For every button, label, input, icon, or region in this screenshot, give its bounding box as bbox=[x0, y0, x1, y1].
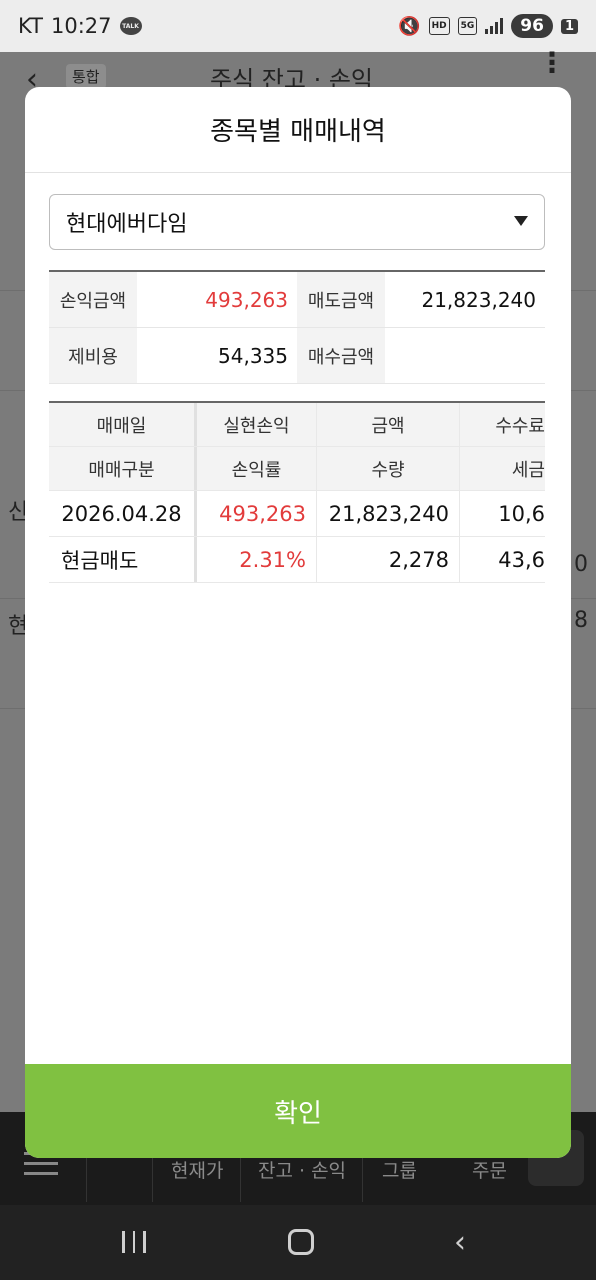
home-icon[interactable] bbox=[288, 1229, 314, 1255]
table-row[interactable]: 현금매도 2.31% 2,278 43,6 bbox=[49, 537, 545, 583]
system-nav-bar: ‹ bbox=[0, 1205, 596, 1280]
summary-value bbox=[385, 328, 545, 383]
talk-badge-text: TALK bbox=[122, 22, 139, 30]
network-5g-icon: 5G bbox=[457, 17, 478, 35]
trade-detail-table[interactable]: 매매일 실현손익 금액 수수료 매매구분 손익률 수량 세금 2026.04.2… bbox=[49, 401, 545, 583]
tab-balance-pl[interactable]: 잔고 · 손익 bbox=[258, 1156, 346, 1183]
summary-label: 손익금액 bbox=[49, 272, 137, 327]
modal-title: 종목별 매매내역 bbox=[25, 87, 571, 173]
summary-label: 매수금액 bbox=[297, 328, 385, 383]
column-header: 매매일 bbox=[49, 403, 197, 446]
trade-type: 현금매도 bbox=[49, 537, 197, 582]
column-header: 손익률 bbox=[197, 447, 317, 490]
table-header-row: 매매구분 손익률 수량 세금 bbox=[49, 447, 545, 491]
column-header: 세금 bbox=[460, 447, 545, 490]
nav-back-icon[interactable]: ‹ bbox=[454, 1225, 466, 1260]
trade-amount: 21,823,240 bbox=[317, 491, 460, 536]
table-header-row: 매매일 실현손익 금액 수수료 bbox=[49, 403, 545, 447]
summary-value: 493,263 bbox=[205, 287, 288, 312]
tab-order[interactable]: 주문 bbox=[472, 1156, 507, 1183]
summary-value: 21,823,240 bbox=[421, 287, 536, 312]
mute-icon: 🔇 bbox=[398, 15, 421, 37]
trade-history-modal: 종목별 매매내역 현대에버다임 손익금액 493,263 매도금액 21,823… bbox=[25, 87, 571, 1158]
summary-value: 54,335 bbox=[218, 343, 288, 368]
tab-current-price[interactable]: 현재가 bbox=[171, 1156, 223, 1183]
signal-icon bbox=[485, 18, 504, 34]
column-header: 수량 bbox=[317, 447, 460, 490]
tab-group[interactable]: 그룹 bbox=[382, 1156, 417, 1183]
summary-table: 손익금액 493,263 매도금액 21,823,240 제비용 54,335 … bbox=[49, 270, 545, 384]
realized-pl: 493,263 bbox=[197, 491, 317, 536]
battery-badge: 96 bbox=[511, 14, 553, 38]
summary-row: 손익금액 493,263 매도금액 21,823,240 bbox=[49, 272, 545, 328]
pl-rate: 2.31% bbox=[197, 537, 317, 582]
confirm-button[interactable]: 확인 bbox=[25, 1064, 571, 1158]
table-row[interactable]: 2026.04.28 493,263 21,823,240 10,6 bbox=[49, 491, 545, 537]
stock-select-value: 현대에버다임 bbox=[66, 212, 188, 237]
bg-row-value: 8 bbox=[574, 608, 588, 633]
clock: 10:27 bbox=[50, 14, 112, 38]
column-header: 금액 bbox=[317, 403, 460, 446]
summary-row: 제비용 54,335 매수금액 bbox=[49, 328, 545, 384]
dropdown-caret-icon bbox=[514, 216, 528, 226]
trade-tax: 43,6 bbox=[460, 537, 545, 582]
recent-apps-icon[interactable] bbox=[122, 1231, 146, 1253]
kakaotalk-icon: TALK bbox=[119, 17, 142, 35]
column-header: 수수료 bbox=[460, 403, 545, 446]
sim-slot-badge: 1 bbox=[560, 18, 578, 34]
stock-select[interactable]: 현대에버다임 bbox=[49, 194, 545, 250]
trade-quantity: 2,278 bbox=[317, 537, 460, 582]
summary-label: 제비용 bbox=[49, 328, 137, 383]
hd-icon: HD bbox=[428, 17, 450, 35]
bg-account-tag: 통합 bbox=[66, 64, 106, 89]
trade-fee: 10,6 bbox=[460, 491, 545, 536]
status-bar: KT 10:27 TALK 🔇 HD 5G 96 1 bbox=[0, 0, 596, 52]
summary-label: 매도금액 bbox=[297, 272, 385, 327]
more-vert-icon: ⋮ bbox=[538, 46, 566, 79]
trade-date: 2026.04.28 bbox=[49, 491, 197, 536]
column-header: 매매구분 bbox=[49, 447, 197, 490]
carrier-label: KT bbox=[18, 14, 43, 38]
column-header: 실현손익 bbox=[197, 403, 317, 446]
bg-row-value: 0 bbox=[574, 552, 588, 577]
